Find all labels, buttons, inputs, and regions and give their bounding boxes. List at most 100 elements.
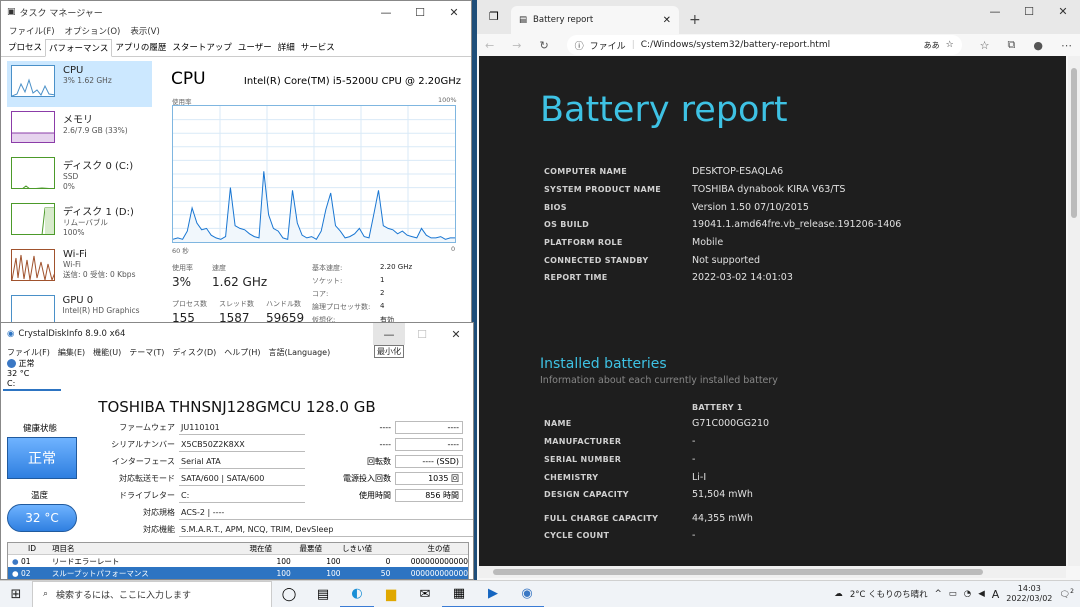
system-row: CONNECTED STANDBY Not supported [544,255,760,266]
maximize-button[interactable]: ☐ [403,1,437,23]
menu-view[interactable]: 表示(V) [130,25,159,37]
close-button[interactable]: ✕ [1046,0,1080,22]
explorer-taskbar-icon[interactable]: ▆ [374,581,408,607]
weather-text[interactable]: 2°C くもりのち晴れ [850,588,928,600]
scrollbar-thumb[interactable] [1071,68,1077,218]
maximize-button[interactable]: ☐ [1012,0,1046,22]
mail-taskbar-icon[interactable]: ✉ [408,581,442,607]
tab-app-history[interactable]: アプリの履歴 [112,39,169,56]
col-worst[interactable]: 最悪値 [272,543,323,554]
menu-help[interactable]: ヘルプ(H) [224,347,260,358]
cdi-titlebar[interactable]: ◉ CrystalDiskInfo 8.9.0 x64 — ☐ ✕ [1,323,473,345]
clock[interactable]: 14:03 2022/03/02 [1006,584,1052,604]
stat-socket-label: ソケット: [312,277,343,285]
col-threshold[interactable]: しきい値 [322,543,372,554]
ime-indicator[interactable]: A [992,588,1000,601]
battery-icon[interactable]: ▭ [949,589,957,599]
graph-label-max: 100% [438,96,457,104]
sidebar-item-cpu[interactable]: CPU 3% 1.62 GHz [7,61,152,107]
more-menu-icon[interactable]: ⋯ [1061,39,1072,52]
menu-file[interactable]: ファイル(F) [7,347,50,358]
tab-battery-report[interactable]: ▤ Battery report ✕ [511,6,679,34]
task-view-icon[interactable]: ◯ [272,581,306,607]
menu-edit[interactable]: 編集(E) [58,347,85,358]
close-tab-icon[interactable]: ✕ [663,15,671,26]
tab-processes[interactable]: プロセス [5,39,45,56]
favorite-add-icon[interactable]: ☆ [946,40,954,50]
widgets-icon[interactable]: ▤ [306,581,340,607]
minimize-button[interactable]: — [373,323,405,345]
horizontal-scrollbar[interactable] [479,566,1066,578]
col-raw[interactable]: 生の値 [372,543,451,554]
col-name[interactable]: 項目名 [32,543,222,554]
favorites-icon[interactable]: ☆ [980,39,990,52]
taskbar-search-box[interactable]: ⌕ 検索するには、ここに入力します [32,580,272,607]
battery-header-spacer [544,402,692,412]
health-status-dot-icon [7,359,16,368]
new-tab-button[interactable]: + [689,12,701,28]
sidebar-item-memory[interactable]: メモリ 2.6/7.9 GB (33%) [7,107,152,153]
close-button[interactable]: ✕ [439,323,473,345]
notification-icon[interactable]: 🗨2 [1059,588,1074,600]
disk-selector-tab[interactable]: 正常 32 °C C: [3,359,61,391]
menu-file[interactable]: ファイル(F) [9,25,55,37]
network-icon[interactable]: ◔ [964,589,971,599]
battery-row: FULL CHARGE CAPACITY 44,355 mWh [544,513,753,524]
sidebar-item-disk0[interactable]: ディスク 0 (C:) SSD 0% [7,153,152,199]
taskmgr-menubar: ファイル(F) オプション(O) 表示(V) [1,23,471,39]
refresh-icon[interactable]: ↻ [539,39,548,52]
menu-disk[interactable]: ディスク(D) [172,347,216,358]
info-standard: 対応規格 ACS-2 | ---- [81,505,473,520]
tab-performance[interactable]: パフォーマンス [45,39,113,57]
taskmgr-taskbar-icon[interactable]: ▦ [442,581,476,607]
table-row[interactable]: ● 02 スループットパフォーマンス 100 100 50 0000000000… [8,567,468,579]
powershell-taskbar-icon[interactable]: ▶ [476,581,510,607]
stat-cores-value: 2 [380,289,385,297]
sidebar-item-wifi[interactable]: Wi-Fi Wi-Fi 送信: 0 受信: 0 Kbps [7,245,152,291]
weather-icon[interactable]: ☁ [834,589,843,599]
profile-avatar[interactable]: ● [1033,39,1043,52]
taskmgr-titlebar[interactable]: ▣ タスク マネージャー — ☐ ✕ [1,1,471,23]
tab-details[interactable]: 詳細 [275,39,298,56]
tab-services[interactable]: サービス [298,39,338,56]
scrollbar-thumb[interactable] [493,569,983,575]
collections-icon[interactable]: ⧉ [1008,38,1016,52]
read-aloud-icon[interactable]: ああ [924,40,940,51]
menu-options[interactable]: オプション(O) [65,25,121,37]
sidebar-item-gpu[interactable]: GPU 0 Intel(R) HD Graphics ... [7,291,152,324]
drive-title: TOSHIBA THNSNJ128GMCU 128.0 GB [98,398,376,416]
sidebar-item-disk1[interactable]: ディスク 1 (D:) リムーバブル 100% [7,199,152,245]
table-row[interactable]: ● 01 リードエラーレート 100 100 0 000000000000 [8,555,468,567]
volume-icon[interactable]: ◀ [978,589,985,599]
crystaldiskinfo-taskbar-icon[interactable]: ◉ [510,581,544,607]
col-id[interactable]: ID [8,544,36,553]
close-button[interactable]: ✕ [437,1,471,23]
tab-actions-icon[interactable]: ❐ [489,10,499,23]
start-button[interactable]: ⊞ [0,587,32,602]
menu-language[interactable]: 言語(Language) [269,347,331,358]
sidebar-item-label: CPU [63,65,84,76]
edge-taskbar-icon[interactable]: ◐ [340,581,374,607]
info-value: JU110101 [179,421,305,435]
minimize-button[interactable]: — [978,0,1012,22]
tab-users[interactable]: ユーザー [235,39,275,56]
info-icon[interactable]: ⓘ [575,39,584,52]
menu-theme[interactable]: テーマ(T) [129,347,164,358]
temperature-badge[interactable]: 32 °C [7,504,77,532]
vertical-scrollbar[interactable] [1068,56,1080,566]
back-icon[interactable]: ← [485,39,494,52]
forward-icon[interactable]: → [512,39,521,52]
tray-expand-icon[interactable]: ^ [935,589,942,599]
maximize-button[interactable]: ☐ [405,323,439,345]
tab-startup[interactable]: スタートアップ [169,39,235,56]
stat-base-label: 基本速度: [312,264,343,272]
health-status-badge[interactable]: 正常 [7,437,77,479]
address-bar[interactable]: ⓘ ファイル | C:/Windows/system32/battery-rep… [566,35,962,55]
minimize-button[interactable]: — [369,1,403,23]
menu-function[interactable]: 機能(U) [93,347,121,358]
battery-row: MANUFACTURER - [544,436,695,447]
col-current[interactable]: 現在値 [222,543,273,554]
address-divider: | [631,40,635,50]
system-value: 19041.1.amd64fre.vb_release.191206-1406 [692,219,902,230]
stat-handles-label: ハンドル数 [266,300,301,308]
